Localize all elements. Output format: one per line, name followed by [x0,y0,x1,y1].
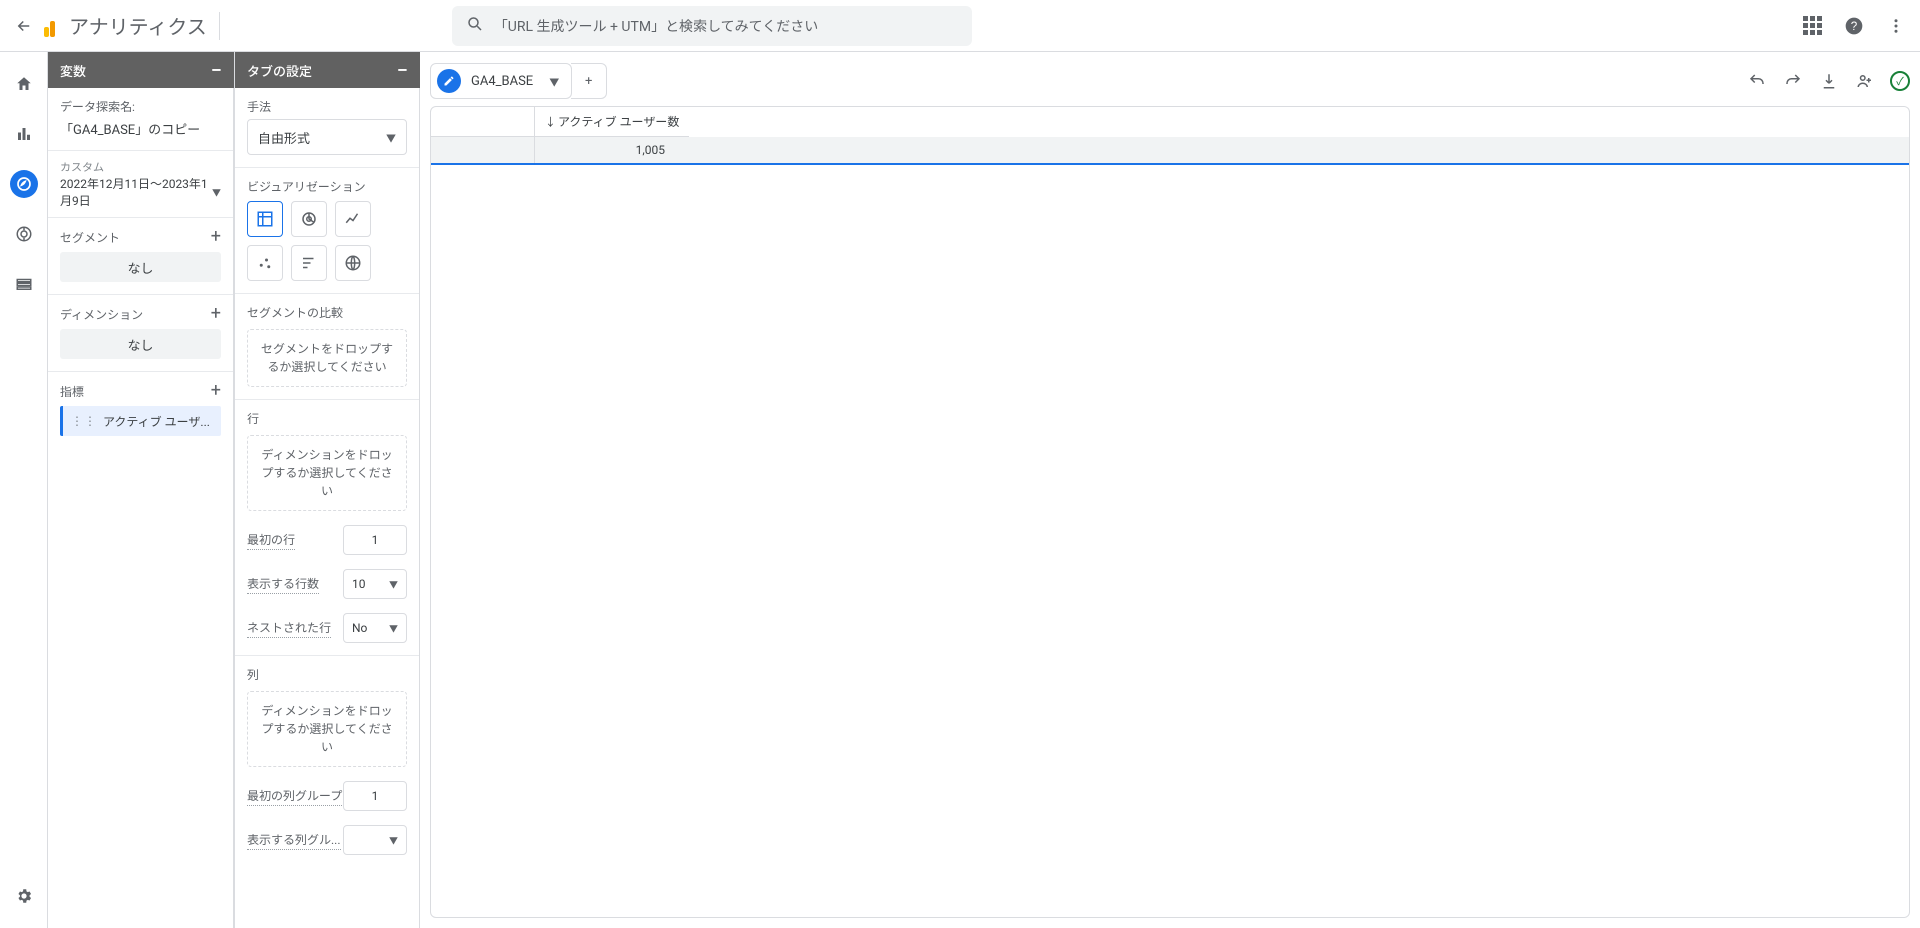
nested-rows-label: ネストされた行 [247,619,331,638]
dimensions-none: なし [60,329,221,359]
nav-advertising-icon[interactable] [10,220,38,248]
analytics-logo [44,15,61,37]
exploration-name-label: データ探索名: [60,98,221,115]
viz-line-icon[interactable] [335,201,371,237]
nav-configure-icon[interactable] [10,270,38,298]
rows-label: 行 [247,410,407,427]
show-col-groups-label: 表示する列グル... [247,831,341,850]
rows-dropzone[interactable]: ディメンションをドロップするか選択してください [247,435,407,511]
viz-bar-icon[interactable] [291,245,327,281]
tab-name: GA4_BASE [465,74,539,89]
top-header: アナリティクス 「URL 生成ツール + UTM」と検索してみてください ? [0,0,1920,52]
back-arrow-icon[interactable] [12,14,36,38]
add-segment-button[interactable]: + [211,228,221,246]
help-icon[interactable]: ? [1842,14,1866,38]
nav-rail [0,52,48,928]
table-total-value: 1,005 [535,137,675,163]
data-table: ↓ アクティブ ユーザー数 1,005 [430,106,1910,918]
collapse-tab-settings-icon[interactable]: − [397,60,408,80]
undo-icon[interactable] [1746,70,1768,92]
technique-label: 手法 [247,98,407,115]
status-ok-icon: ✓ [1890,71,1910,91]
visualization-label: ビジュアリゼーション [247,178,407,195]
chevron-down-icon: ▼ [212,186,221,199]
collapse-variables-icon[interactable]: − [211,60,222,80]
cols-label: 列 [247,666,407,683]
add-metric-button[interactable]: + [211,382,221,400]
viz-scatter-icon[interactable] [247,245,283,281]
table-column-header[interactable]: ↓ アクティブ ユーザー数 [535,107,689,137]
segment-compare-label: セグメントの比較 [247,304,407,321]
metric-chip-active-users[interactable]: ⋮⋮ アクティブ ユーザ... [60,406,221,436]
viz-geo-icon[interactable] [335,245,371,281]
table-corner-cell [431,107,535,137]
cols-dropzone[interactable]: ディメンションをドロップするか選択してください [247,691,407,767]
dimensions-label: ディメンション [60,306,143,323]
first-col-group-label: 最初の列グループ [247,787,342,806]
table-total-label-cell [431,137,535,163]
tab-settings-header: タブの設定 − [235,52,420,88]
first-col-group-input[interactable]: 1 [343,781,407,811]
metrics-label: 指標 [60,383,84,400]
drag-handle-icon: ⋮⋮ [71,414,97,428]
show-rows-select[interactable]: 10▼ [343,569,407,599]
app-title: アナリティクス [69,11,207,40]
show-col-groups-select[interactable]: ▼ [343,825,407,855]
technique-value: 自由形式 [258,128,310,147]
segments-label: セグメント [60,229,120,246]
viz-table-icon[interactable] [247,201,283,237]
chevron-down-icon: ▼ [389,578,398,591]
exploration-name-value[interactable]: 「GA4_BASE」のコピー [60,119,221,138]
chevron-down-icon: ▼ [389,834,398,847]
exploration-tab[interactable]: GA4_BASE ▼ [430,63,572,99]
metric-chip-label: アクティブ ユーザ... [103,413,210,430]
nav-explore-icon[interactable] [10,170,38,198]
add-dimension-button[interactable]: + [211,305,221,323]
nav-reports-icon[interactable] [10,120,38,148]
apps-icon[interactable] [1800,14,1824,38]
tab-menu-chevron-icon[interactable]: ▼ [543,70,565,93]
tab-strip: GA4_BASE ▼ + ✓ [430,60,1910,102]
nav-admin-icon[interactable] [10,882,38,910]
edit-tab-icon [437,69,461,93]
search-icon [466,15,484,37]
add-tab-button[interactable]: + [571,63,607,99]
variables-panel-header: 変数 − [48,52,234,88]
chevron-down-icon: ▼ [389,622,398,635]
more-icon[interactable] [1884,14,1908,38]
download-icon[interactable] [1818,70,1840,92]
variables-panel: 変数 − データ探索名: 「GA4_BASE」のコピー カスタム 2022年12… [48,52,234,928]
sort-desc-icon: ↓ [545,114,556,130]
svg-text:?: ? [1851,20,1858,33]
viz-donut-icon[interactable] [291,201,327,237]
show-rows-label: 表示する行数 [247,575,319,594]
date-custom-label: カスタム [60,159,221,175]
nested-rows-select[interactable]: No▼ [343,613,407,643]
tab-settings-panel: タブの設定 − 手法 自由形式 ▼ ビジュアリゼーション [234,52,420,928]
first-row-label: 最初の行 [247,531,295,550]
segments-none: なし [60,252,221,282]
nav-home-icon[interactable] [10,70,38,98]
chevron-down-icon: ▼ [386,130,396,145]
technique-select[interactable]: 自由形式 ▼ [247,119,407,155]
canvas-area: GA4_BASE ▼ + ✓ ↓ アクティブ ユーザー数 [420,52,1920,928]
share-icon[interactable] [1854,70,1876,92]
search-placeholder: 「URL 生成ツール + UTM」と検索してみてください [494,16,818,36]
divider [219,12,220,40]
date-range-value: 2022年12月11日～2023年1月9日 [60,175,212,209]
tab-settings-title: タブの設定 [247,61,312,80]
date-range-picker[interactable]: 2022年12月11日～2023年1月9日 ▼ [60,175,221,209]
redo-icon[interactable] [1782,70,1804,92]
segment-compare-dropzone[interactable]: セグメントをドロップするか選択してください [247,329,407,387]
search-input[interactable]: 「URL 生成ツール + UTM」と検索してみてください [452,6,972,46]
variables-panel-title: 変数 [60,61,86,80]
first-row-input[interactable]: 1 [343,525,407,555]
